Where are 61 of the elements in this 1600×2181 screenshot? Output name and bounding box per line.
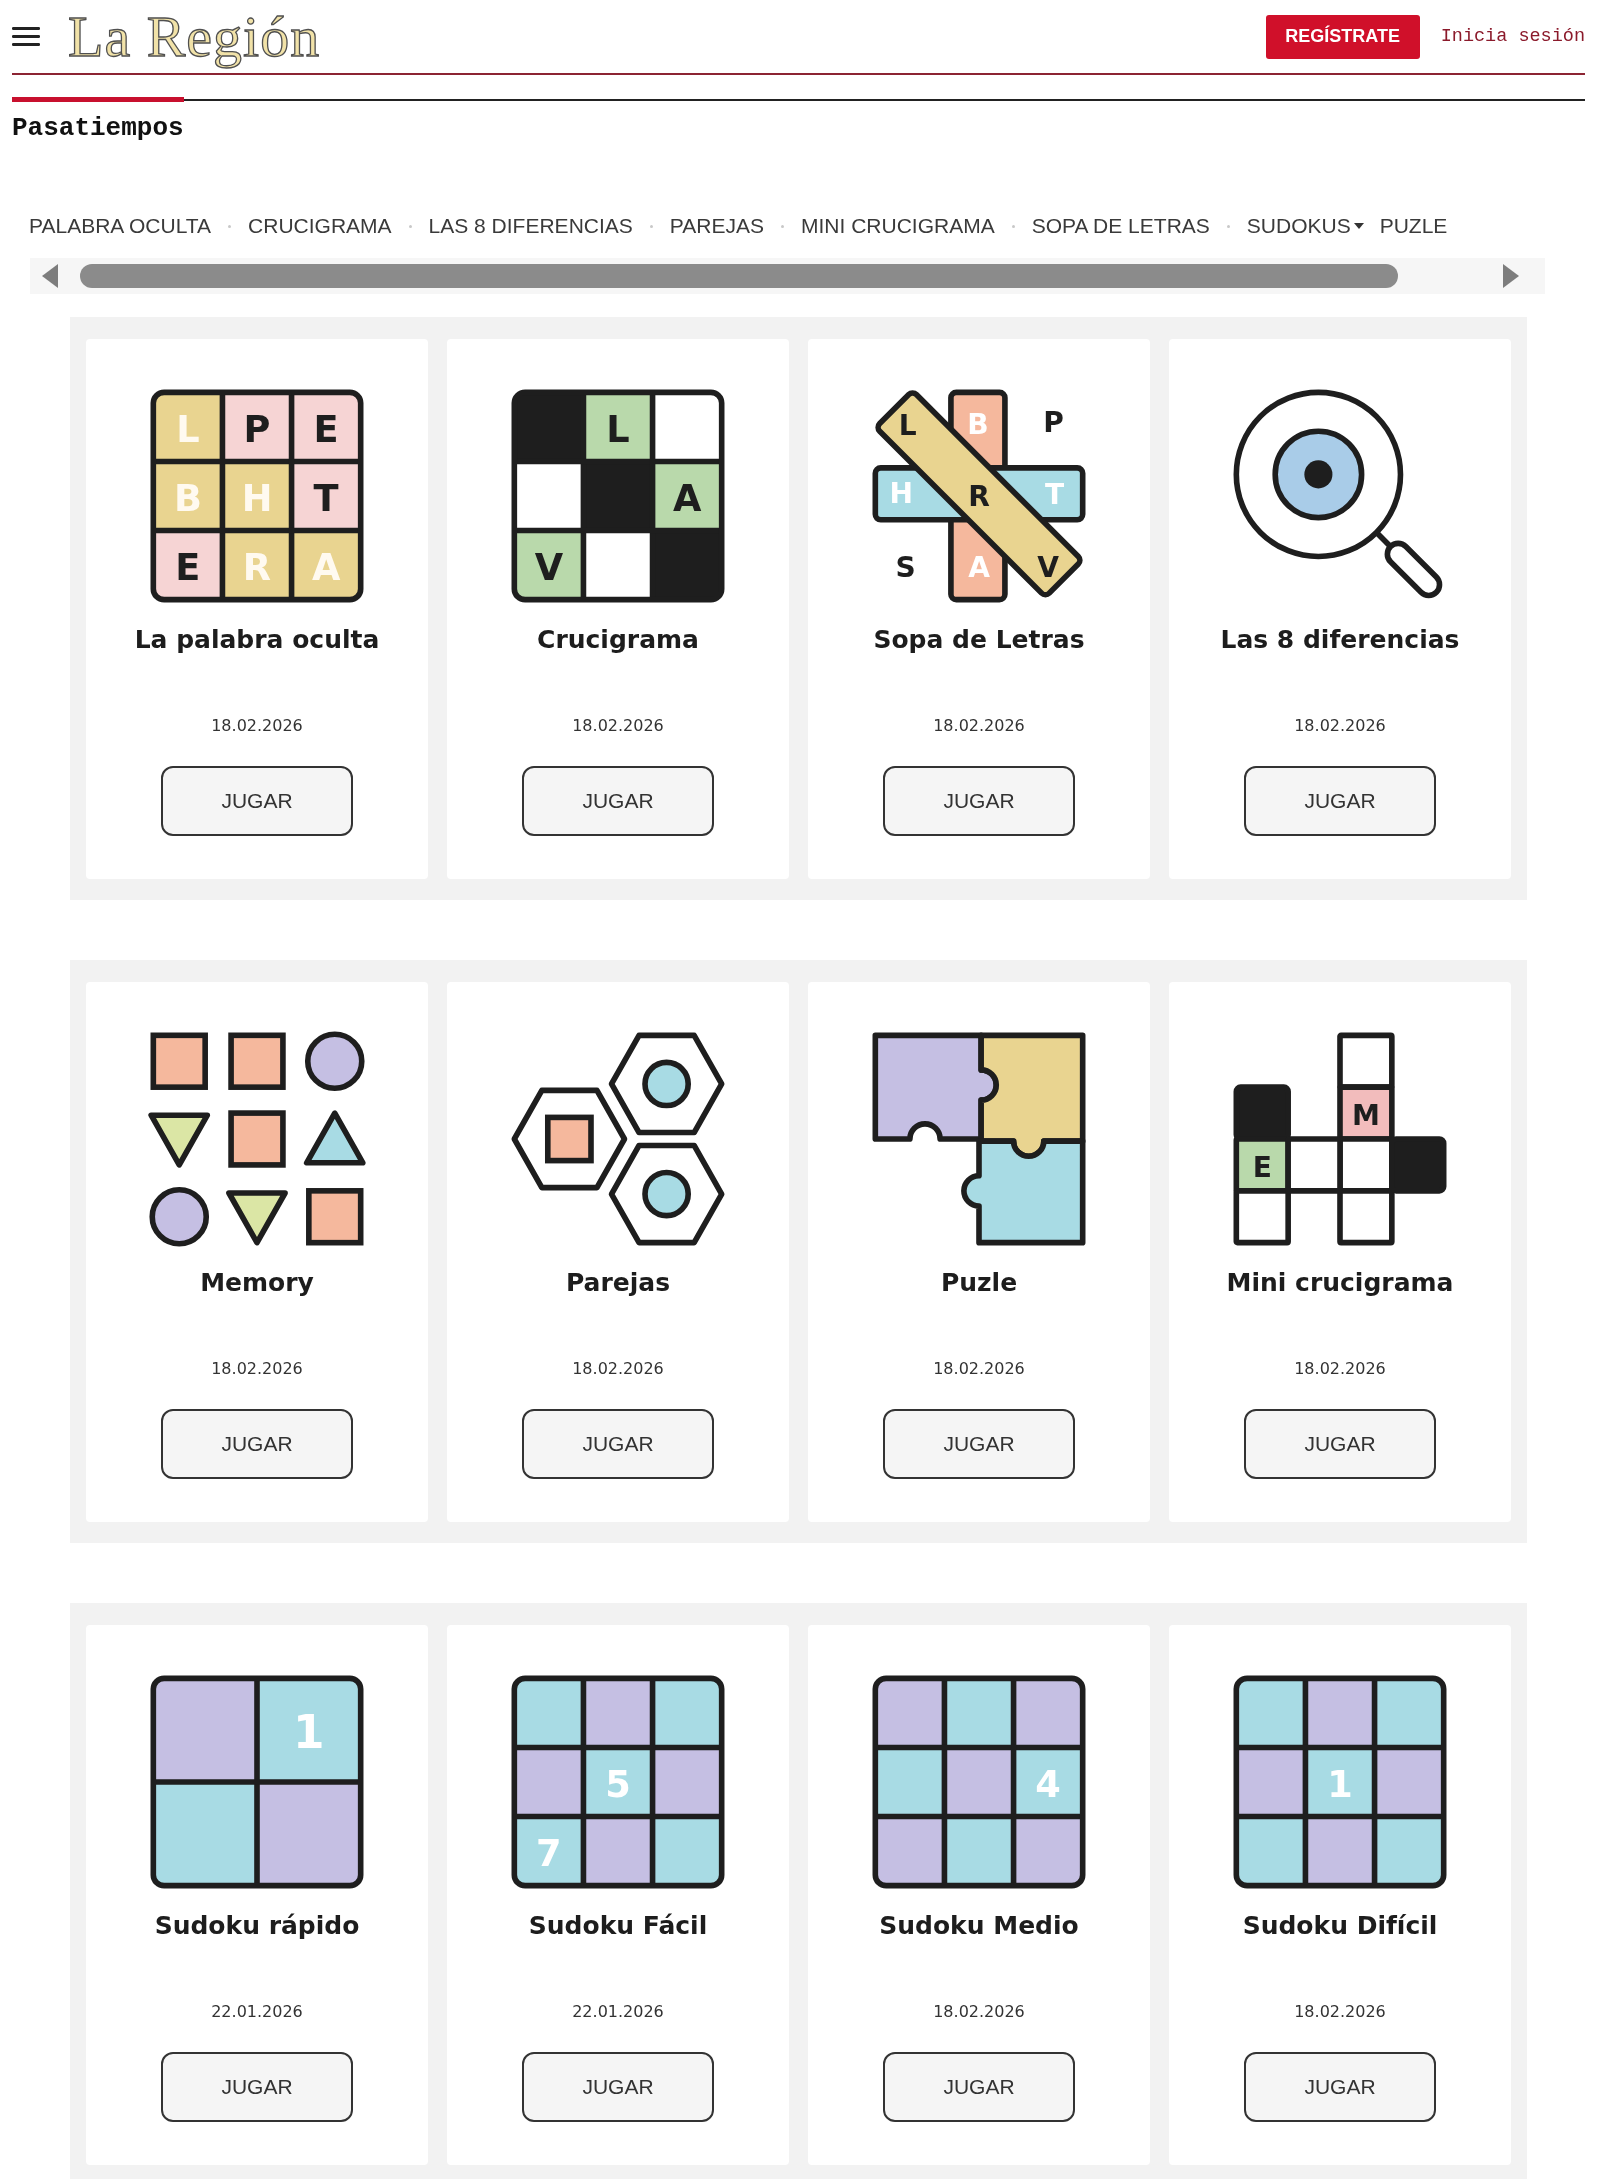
game-title: Sudoku Difícil <box>1242 1910 1438 1942</box>
hexagons-icon <box>510 1031 726 1247</box>
game-date: 18.02.2026 <box>1294 1359 1386 1379</box>
shapes-grid-icon <box>149 1031 365 1247</box>
nav-link[interactable]: LAS 8 DIFERENCIAS <box>428 212 633 240</box>
game-title: Sudoku Medio <box>879 1910 1079 1942</box>
play-button[interactable]: JUGAR <box>1244 766 1436 836</box>
play-button[interactable]: JUGAR <box>161 2052 353 2122</box>
game-title: Mini crucigrama <box>1226 1267 1454 1299</box>
play-button[interactable]: JUGAR <box>1244 2052 1436 2122</box>
game-date: 22.01.2026 <box>572 2002 664 2022</box>
game-date: 18.02.2026 <box>572 1359 664 1379</box>
nav-link[interactable]: PUZLE <box>1379 212 1448 240</box>
scroll-left-icon[interactable] <box>42 264 58 288</box>
play-button[interactable]: JUGAR <box>161 1409 353 1479</box>
play-button[interactable]: JUGAR <box>1244 1409 1436 1479</box>
game-date: 18.02.2026 <box>211 716 303 736</box>
sudoku-grid-icon: 5 7 <box>510 1674 726 1890</box>
nav-link[interactable]: PAREJAS <box>669 212 764 240</box>
menu-icon[interactable] <box>12 27 40 46</box>
nav-link[interactable]: MINI CRUCIGRAMA <box>800 212 995 240</box>
register-button[interactable]: REGÍSTRATE <box>1265 14 1420 59</box>
game-title: Sopa de Letras <box>873 624 1085 656</box>
game-date: 18.02.2026 <box>572 716 664 736</box>
caret-icon <box>1353 223 1364 229</box>
nav-link[interactable]: SOPA DE LETRAS <box>1031 212 1210 240</box>
game-date: 18.02.2026 <box>211 1359 303 1379</box>
play-button[interactable]: JUGAR <box>883 1409 1075 1479</box>
game-date: 18.02.2026 <box>933 2002 1025 2022</box>
scrollbar-thumb[interactable] <box>80 264 1398 288</box>
play-button[interactable]: JUGAR <box>161 766 353 836</box>
play-button[interactable]: JUGAR <box>522 1409 714 1479</box>
play-button[interactable]: JUGAR <box>522 766 714 836</box>
game-date: 22.01.2026 <box>211 2002 303 2022</box>
crossword-grid-icon: L A V <box>510 388 726 604</box>
letter-grid-icon: L P E B H T E R A <box>149 388 365 604</box>
game-title: Crucigrama <box>537 624 699 656</box>
game-title: Las 8 diferencias <box>1220 624 1460 656</box>
nav-link[interactable]: PALABRA OCULTA <box>29 212 212 240</box>
sudoku-grid-icon: 1 <box>149 1674 365 1890</box>
play-button[interactable]: JUGAR <box>522 2052 714 2122</box>
game-title: Sudoku Fácil <box>528 1910 708 1942</box>
scroll-right-icon[interactable] <box>1503 264 1519 288</box>
game-title: Parejas <box>565 1267 671 1299</box>
game-date: 18.02.2026 <box>933 716 1025 736</box>
game-title: Sudoku rápido <box>154 1910 360 1942</box>
play-button[interactable]: JUGAR <box>883 2052 1075 2122</box>
game-title: La palabra oculta <box>134 624 380 656</box>
sudoku-grid-icon: 4 <box>871 1674 1087 1890</box>
game-title: Puzle <box>940 1267 1018 1299</box>
sudoku-grid-icon: 1 <box>1232 1674 1448 1890</box>
game-date: 18.02.2026 <box>1294 716 1386 736</box>
login-link[interactable]: Inicia sesión <box>1440 26 1585 47</box>
section-title: Pasatiempos <box>12 112 185 144</box>
nav-link[interactable]: SUDOKUS <box>1246 212 1380 240</box>
puzzle-pieces-icon <box>871 1031 1087 1247</box>
game-title: Memory <box>200 1267 314 1299</box>
play-button[interactable]: JUGAR <box>883 766 1075 836</box>
game-date: 18.02.2026 <box>1294 2002 1386 2022</box>
nav-link[interactable]: CRUCIGRAMA <box>248 212 392 240</box>
game-date: 18.02.2026 <box>933 1359 1025 1379</box>
